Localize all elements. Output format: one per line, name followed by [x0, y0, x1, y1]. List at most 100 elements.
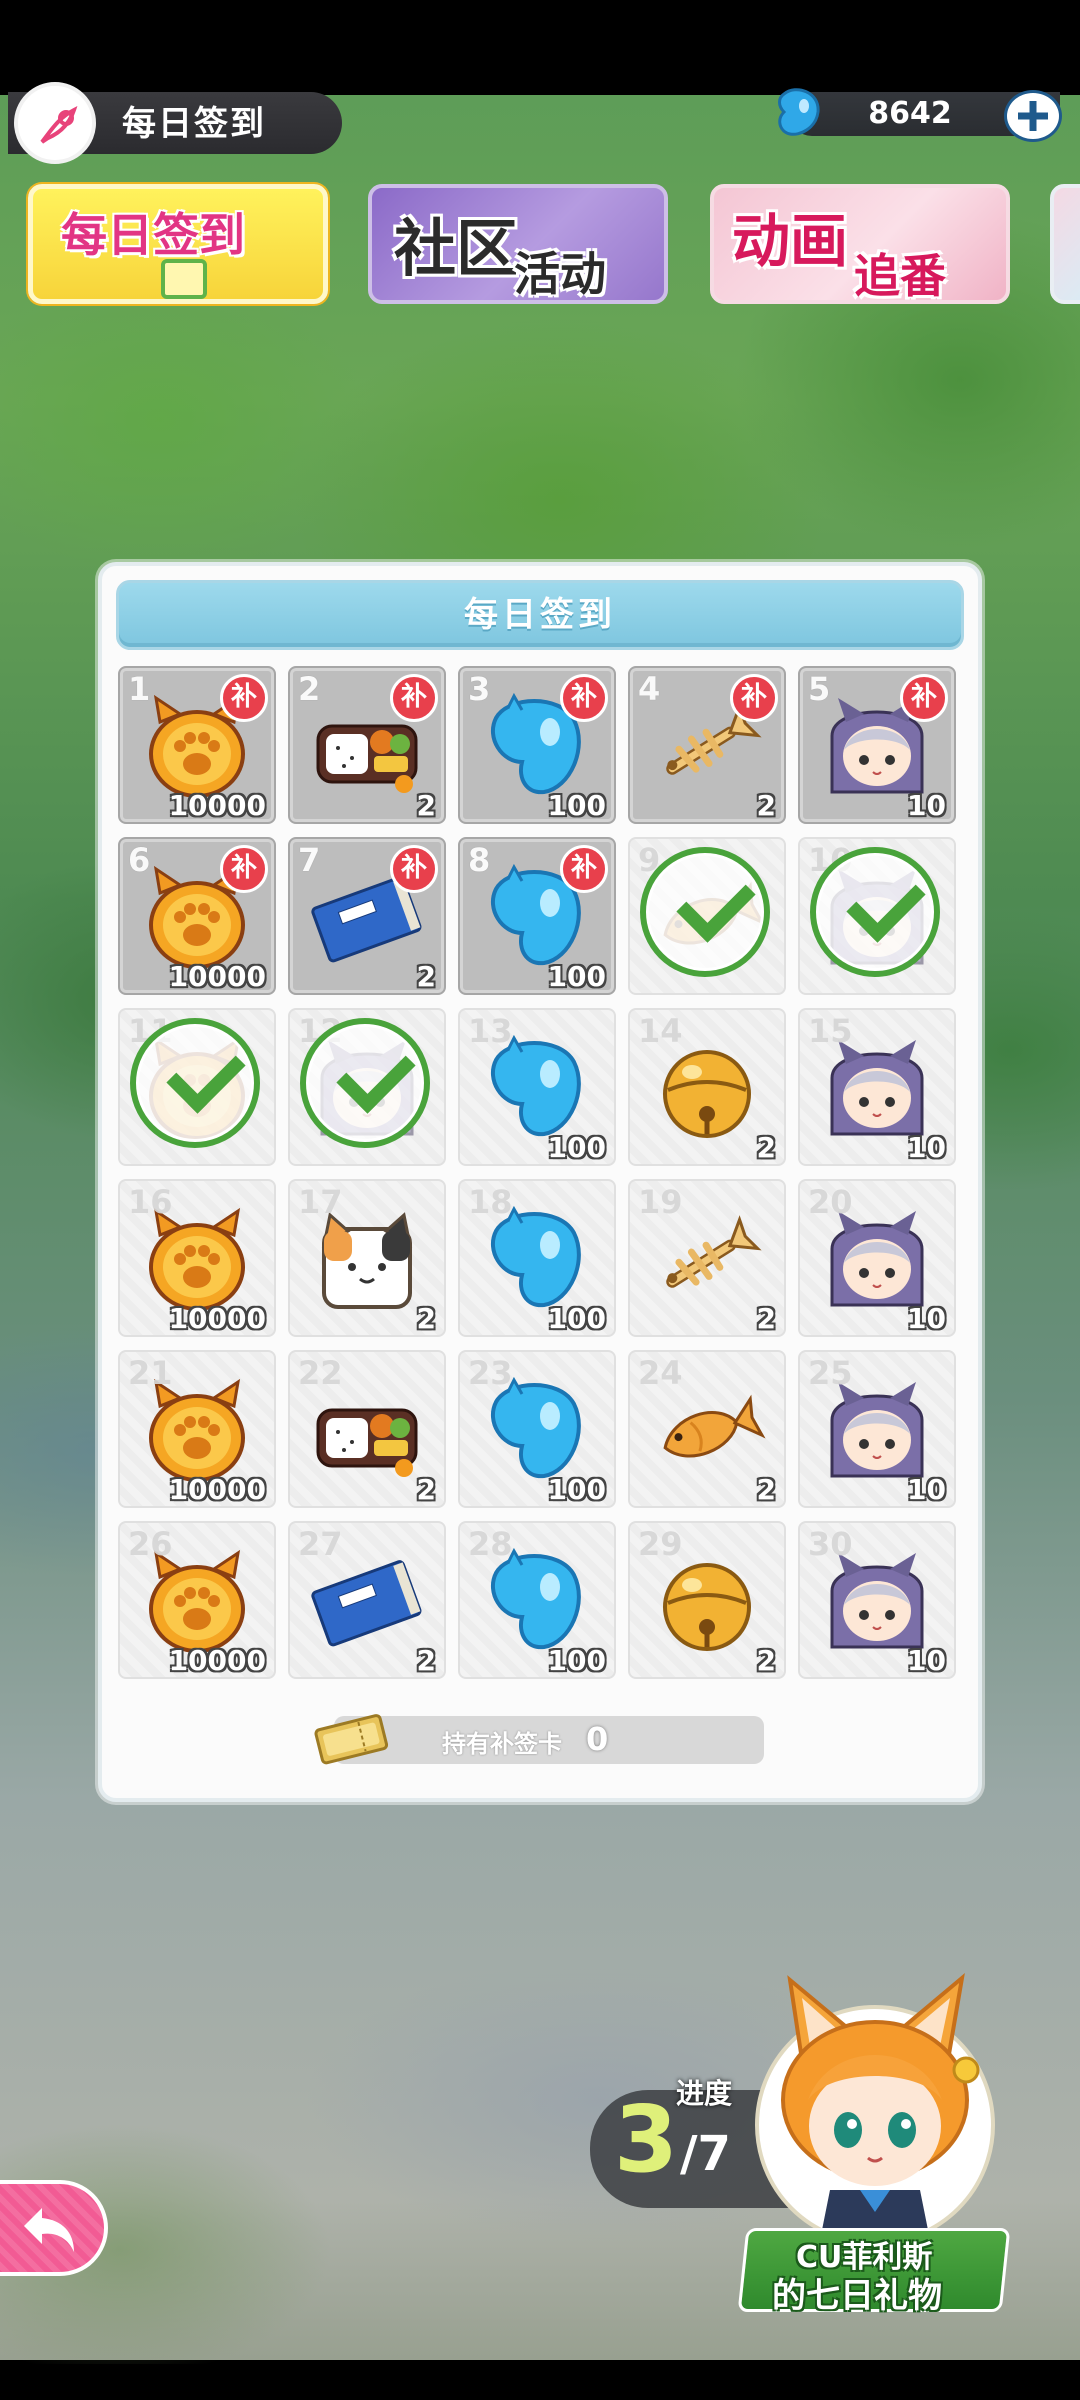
day-3-cell[interactable]: 3 100 补: [458, 666, 616, 824]
blue-drop-currency-icon: [774, 86, 824, 140]
day-number: 27: [298, 1525, 343, 1563]
makeup-badge[interactable]: 补: [390, 845, 438, 893]
blue-book-icon: [308, 1547, 426, 1657]
reward-quantity: 2: [756, 1131, 776, 1164]
makeup-badge[interactable]: 补: [220, 845, 268, 893]
day-number: 4: [638, 670, 661, 708]
makeup-badge[interactable]: 补: [900, 674, 948, 722]
day-12-cell[interactable]: 12: [288, 1008, 446, 1166]
day-number: 22: [298, 1354, 343, 1392]
day-5-cell[interactable]: 5 10 补: [798, 666, 956, 824]
makeup-badge[interactable]: 补: [220, 674, 268, 722]
reward-quantity: 10000: [168, 1302, 266, 1335]
day-number: 16: [128, 1183, 173, 1221]
feather-icon: [36, 104, 78, 144]
blue-drop-icon: [478, 1034, 596, 1144]
reward-quantity: 2: [756, 1302, 776, 1335]
day-20-cell[interactable]: 20 10: [798, 1179, 956, 1337]
status-bar: [0, 0, 1080, 95]
day-9-cell[interactable]: 9: [628, 837, 786, 995]
tab-anime[interactable]: 动画 追番: [710, 184, 1010, 304]
day-25-cell[interactable]: 25 10: [798, 1350, 956, 1508]
day-4-cell[interactable]: 4 2 补: [628, 666, 786, 824]
day-number: 14: [638, 1012, 683, 1050]
seven-day-gift-character[interactable]: [730, 1950, 1020, 2250]
makeup-card-count: 0: [586, 1720, 609, 1758]
reward-quantity: 10000: [168, 1644, 266, 1677]
day-number: 17: [298, 1183, 343, 1221]
checked-icon: [300, 1018, 430, 1148]
day-16-cell[interactable]: 16 10000: [118, 1179, 276, 1337]
character-card-icon: [818, 1547, 936, 1657]
day-24-cell[interactable]: 24 2: [628, 1350, 786, 1508]
back-arrow-icon: [24, 2208, 74, 2252]
day-19-cell[interactable]: 19 2: [628, 1179, 786, 1337]
progress-current: 3: [614, 2086, 679, 2193]
day-10-cell[interactable]: 10: [798, 837, 956, 995]
reward-quantity: 2: [756, 1473, 776, 1506]
day-18-cell[interactable]: 18 100: [458, 1179, 616, 1337]
day-30-cell[interactable]: 30 10: [798, 1521, 956, 1679]
day-29-cell[interactable]: 29 2: [628, 1521, 786, 1679]
day-26-cell[interactable]: 26 10000: [118, 1521, 276, 1679]
day-number: 24: [638, 1354, 683, 1392]
day-27-cell[interactable]: 27 2: [288, 1521, 446, 1679]
day-number: 29: [638, 1525, 683, 1563]
day-7-cell[interactable]: 7 2 补: [288, 837, 446, 995]
reward-quantity: 10: [907, 1644, 946, 1677]
day-8-cell[interactable]: 8 100 补: [458, 837, 616, 995]
day-15-cell[interactable]: 15 10: [798, 1008, 956, 1166]
day-number: 5: [808, 670, 831, 708]
reward-quantity: 10000: [168, 1473, 266, 1506]
day-number: 8: [468, 841, 491, 879]
back-button[interactable]: [0, 2180, 108, 2276]
tab-anime-label-2: 追番: [854, 249, 946, 303]
day-13-cell[interactable]: 13 100: [458, 1008, 616, 1166]
makeup-badge[interactable]: 补: [390, 674, 438, 722]
golden-bell-icon: [648, 1547, 766, 1657]
day-28-cell[interactable]: 28 100: [458, 1521, 616, 1679]
gift-title-line2: 的七日礼物: [772, 2276, 942, 2316]
reward-quantity: 2: [756, 789, 776, 822]
reward-quantity: 100: [547, 789, 606, 822]
day-14-cell[interactable]: 14 2: [628, 1008, 786, 1166]
golden-bell-icon: [648, 1034, 766, 1144]
makeup-badge[interactable]: 补: [730, 674, 778, 722]
checkbox-icon: [161, 259, 207, 299]
app-avatar[interactable]: [14, 82, 96, 164]
fish-bone-icon: [648, 1205, 766, 1315]
day-22-cell[interactable]: 22 2: [288, 1350, 446, 1508]
golden-fish-icon: [648, 1376, 766, 1486]
day-23-cell[interactable]: 23 100: [458, 1350, 616, 1508]
day-number: 2: [298, 670, 321, 708]
reward-quantity: 10000: [168, 960, 266, 993]
day-17-cell[interactable]: 17 2: [288, 1179, 446, 1337]
day-number: 20: [808, 1183, 853, 1221]
reward-quantity: 100: [547, 960, 606, 993]
reward-quantity: 100: [547, 1644, 606, 1677]
day-number: 19: [638, 1183, 683, 1221]
day-11-cell[interactable]: 11: [118, 1008, 276, 1166]
reward-quantity: 100: [547, 1302, 606, 1335]
day-21-cell[interactable]: 21 10000: [118, 1350, 276, 1508]
tab-community-event[interactable]: 社区 活动: [368, 184, 668, 304]
checked-icon: [640, 847, 770, 977]
panel-title: 每日签到: [464, 595, 616, 635]
day-6-cell[interactable]: 6 10000 补: [118, 837, 276, 995]
tab-more[interactable]: [1050, 184, 1080, 304]
day-2-cell[interactable]: 2 2 补: [288, 666, 446, 824]
makeup-badge[interactable]: 补: [560, 845, 608, 893]
bento-icon: [308, 1376, 426, 1486]
day-1-cell[interactable]: 1 10000 补: [118, 666, 276, 824]
reward-quantity: 100: [547, 1473, 606, 1506]
blue-drop-icon: [478, 1376, 596, 1486]
reward-quantity: 2: [416, 1302, 436, 1335]
character-card-icon: [818, 1376, 936, 1486]
makeup-badge[interactable]: 补: [560, 674, 608, 722]
add-currency-button[interactable]: [1004, 90, 1062, 142]
tab-daily-checkin[interactable]: 每日签到: [28, 184, 328, 304]
reward-quantity: 2: [756, 1644, 776, 1677]
reward-quantity: 100: [547, 1131, 606, 1164]
reward-quantity: 2: [416, 960, 436, 993]
checked-icon: [810, 847, 940, 977]
